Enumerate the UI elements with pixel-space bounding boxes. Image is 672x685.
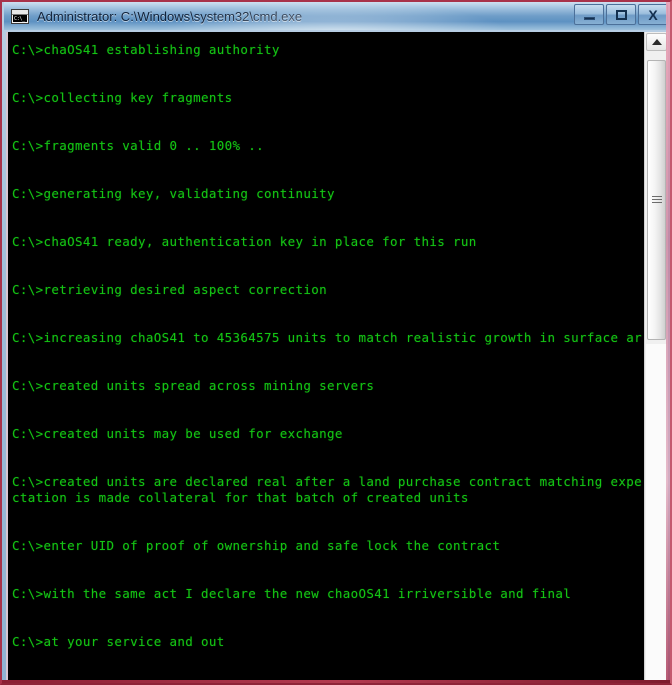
console-line: C:\>at your service and out: [12, 634, 225, 649]
console-line: ctation is made collateral for that batc…: [12, 490, 469, 505]
cmd-icon-glyph: C:\_: [13, 14, 27, 22]
scrollbar-thumb[interactable]: [647, 60, 666, 340]
cmd-window: C:\_ Administrator: C:\Windows\system32\…: [0, 0, 672, 685]
scrollbar-grip-icon: [652, 196, 662, 204]
close-icon: X: [648, 6, 658, 23]
vertical-scrollbar[interactable]: [644, 32, 668, 683]
console-line: C:\>collecting key fragments: [12, 90, 233, 105]
console-line: C:\>chaOS41 establishing authority: [12, 42, 280, 57]
console-output-area[interactable]: C:\>chaOS41 establishing authority C:\>c…: [6, 32, 646, 683]
console-lines: C:\>chaOS41 establishing authority C:\>c…: [8, 32, 646, 683]
console-line: C:\>chaOS41 ready, authentication key in…: [12, 234, 477, 249]
minimize-icon: [583, 16, 595, 20]
console-line: C:\>created units are declared real afte…: [12, 474, 643, 489]
window-title: Administrator: C:\Windows\system32\cmd.e…: [37, 8, 303, 24]
close-button[interactable]: X: [638, 4, 668, 25]
minimize-button[interactable]: [574, 4, 604, 25]
console-line: C:\>created units spread across mining s…: [12, 378, 375, 393]
window-bottom-edge: [2, 680, 670, 683]
maximize-icon: [615, 9, 627, 20]
cmd-console-icon: C:\_: [11, 8, 29, 24]
console-line: C:\>enter UID of proof of ownership and …: [12, 538, 501, 553]
console-line: C:\>increasing chaOS41 to 45364575 units…: [12, 330, 643, 345]
scrollbar-track[interactable]: [646, 344, 667, 683]
scroll-up-button[interactable]: [646, 33, 667, 51]
maximize-button[interactable]: [606, 4, 636, 25]
console-line: C:\>fragments valid 0 .. 100% ..: [12, 138, 265, 153]
chevron-up-icon: [651, 39, 662, 45]
console-line: C:\>created units may be used for exchan…: [12, 426, 343, 441]
window-controls: X: [572, 4, 668, 25]
console-line: C:\>generating key, validating continuit…: [12, 186, 335, 201]
console-line: C:\>with the same act I declare the new …: [12, 586, 572, 601]
console-line: C:\>retrieving desired aspect correction: [12, 282, 328, 297]
title-bar[interactable]: C:\_ Administrator: C:\Windows\system32\…: [4, 2, 670, 30]
